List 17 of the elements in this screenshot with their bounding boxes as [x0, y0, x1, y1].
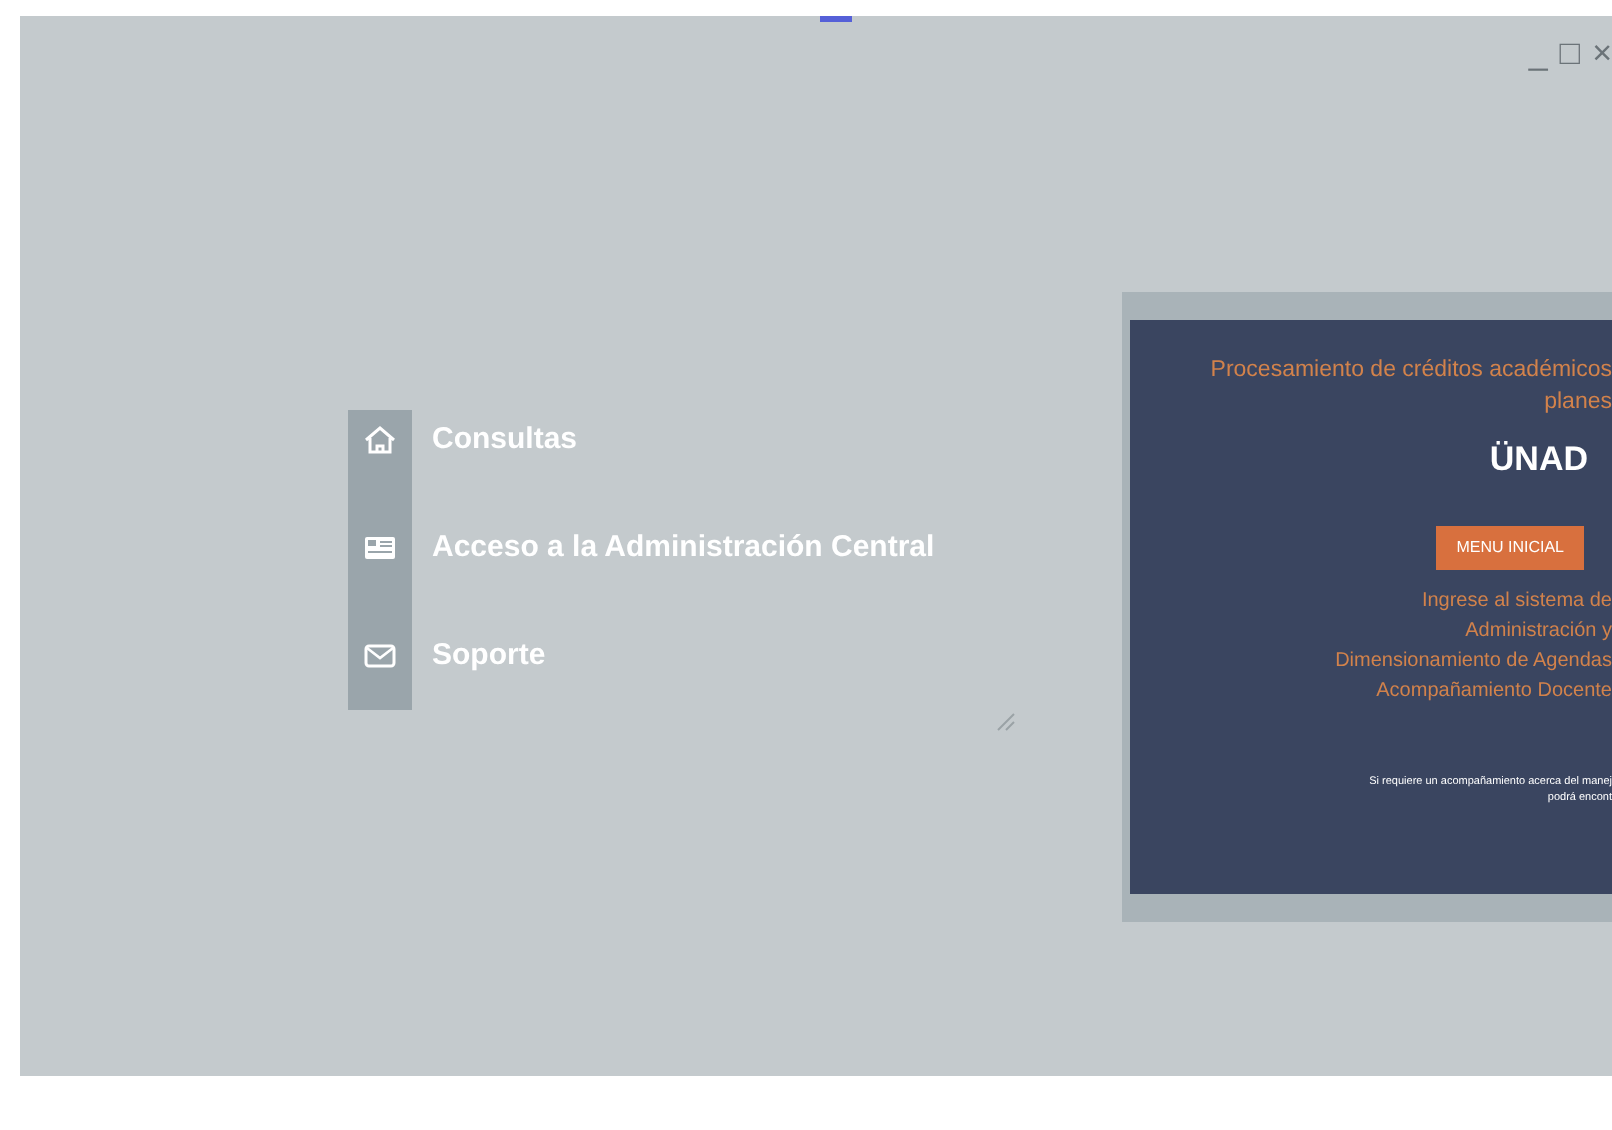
- accent-bar: [820, 16, 852, 22]
- menu-item[interactable]: Soporte: [432, 633, 546, 679]
- menu-button[interactable]: MENU INICIAL: [1436, 525, 1584, 570]
- resize-grip-icon[interactable]: [996, 712, 1016, 732]
- maximize-button[interactable]: □: [1559, 36, 1581, 70]
- logo-text: ÜNAD: [1487, 438, 1588, 483]
- slide-text: Ingrese al sistema de: [1419, 587, 1612, 616]
- slide-text: Administración y: [1463, 617, 1612, 646]
- slide-text: Dimensionamiento de Agendas: [1333, 647, 1612, 676]
- home-icon: [362, 422, 398, 458]
- slide-title: planes: [1542, 387, 1612, 418]
- slide-title: Procesamiento de créditos académicos: [1208, 356, 1612, 386]
- minimize-button[interactable]: _: [1528, 36, 1548, 70]
- close-button[interactable]: ×: [1592, 36, 1612, 70]
- slide-text: Acompañamiento Docente: [1374, 677, 1612, 706]
- menu-item[interactable]: Consultas: [432, 417, 578, 463]
- menu-item[interactable]: Acceso a la Administración Central: [432, 525, 935, 571]
